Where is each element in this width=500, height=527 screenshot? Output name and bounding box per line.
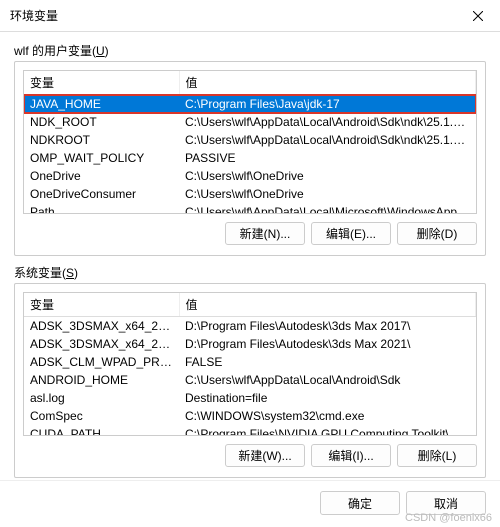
table-row[interactable]: NDK_ROOTC:\Users\wlf\AppData\Local\Andro…	[24, 113, 476, 131]
sys-buttons-row: 新建(W)... 编辑(I)... 删除(L)	[23, 442, 477, 469]
var-value-cell: C:\WINDOWS\system32\cmd.exe	[179, 407, 476, 425]
dialog-content: wlf 的用户变量(U) 变量 值 JAVA_HOMEC:\Program Fi…	[0, 32, 500, 480]
table-row[interactable]: OMP_WAIT_POLICYPASSIVE	[24, 149, 476, 167]
var-value-cell: Destination=file	[179, 389, 476, 407]
user-vars-label: wlf 的用户变量(U)	[14, 42, 486, 59]
sys-vars-table: 变量 值 ADSK_3DSMAX_x64_2017D:\Program File…	[24, 293, 476, 436]
user-buttons-row: 新建(N)... 编辑(E)... 删除(D)	[23, 220, 477, 247]
close-icon	[473, 11, 483, 21]
col-header-value[interactable]: 值	[179, 293, 476, 317]
table-row[interactable]: PathC:\Users\wlf\AppData\Local\Microsoft…	[24, 203, 476, 214]
var-name-cell: ComSpec	[24, 407, 179, 425]
table-row[interactable]: ADSK_CLM_WPAD_PROXY...FALSE	[24, 353, 476, 371]
table-row[interactable]: asl.logDestination=file	[24, 389, 476, 407]
sys-vars-label: 系统变量(S)	[14, 264, 486, 281]
var-name-cell: OneDrive	[24, 167, 179, 185]
var-name-cell: NDKROOT	[24, 131, 179, 149]
ok-button[interactable]: 确定	[320, 491, 400, 515]
var-name-cell: CUDA_PATH	[24, 425, 179, 436]
user-vars-section: wlf 的用户变量(U) 变量 值 JAVA_HOMEC:\Program Fi…	[14, 42, 486, 256]
table-row[interactable]: ADSK_3DSMAX_x64_2017D:\Program Files\Aut…	[24, 317, 476, 336]
var-value-cell: C:\Users\wlf\AppData\Local\Microsoft\Win…	[179, 203, 476, 214]
col-header-name[interactable]: 变量	[24, 293, 179, 317]
var-name-cell: OneDriveConsumer	[24, 185, 179, 203]
dialog-footer: 确定 取消	[0, 480, 500, 527]
var-value-cell: C:\Users\wlf\AppData\Local\Android\Sdk\n…	[179, 113, 476, 131]
var-name-cell: JAVA_HOME	[24, 95, 179, 114]
var-name-cell: ADSK_3DSMAX_x64_2017	[24, 317, 179, 336]
var-name-cell: OMP_WAIT_POLICY	[24, 149, 179, 167]
table-row[interactable]: ADSK_3DSMAX_x64_2021D:\Program Files\Aut…	[24, 335, 476, 353]
env-vars-dialog: 环境变量 wlf 的用户变量(U) 变量 值	[0, 0, 500, 527]
var-name-cell: asl.log	[24, 389, 179, 407]
sys-vars-section: 系统变量(S) 变量 值 ADSK_3DSMAX_x64_2017D:\Prog…	[14, 264, 486, 478]
var-value-cell: C:\Program Files\NVIDIA GPU Computing To…	[179, 425, 476, 436]
var-name-cell: ADSK_CLM_WPAD_PROXY...	[24, 353, 179, 371]
sys-vars-table-wrap[interactable]: 变量 值 ADSK_3DSMAX_x64_2017D:\Program File…	[23, 292, 477, 436]
table-row[interactable]: OneDriveConsumerC:\Users\wlf\OneDrive	[24, 185, 476, 203]
titlebar: 环境变量	[0, 0, 500, 32]
sys-new-button[interactable]: 新建(W)...	[225, 444, 305, 467]
sys-edit-button[interactable]: 编辑(I)...	[311, 444, 391, 467]
var-value-cell: FALSE	[179, 353, 476, 371]
close-button[interactable]	[455, 0, 500, 32]
var-value-cell: C:\Users\wlf\AppData\Local\Android\Sdk	[179, 371, 476, 389]
user-edit-button[interactable]: 编辑(E)...	[311, 222, 391, 245]
sys-vars-groupbox: 变量 值 ADSK_3DSMAX_x64_2017D:\Program File…	[14, 283, 486, 478]
var-value-cell: C:\Users\wlf\AppData\Local\Android\Sdk\n…	[179, 131, 476, 149]
var-value-cell: D:\Program Files\Autodesk\3ds Max 2021\	[179, 335, 476, 353]
var-value-cell: C:\Users\wlf\OneDrive	[179, 167, 476, 185]
var-name-cell: ADSK_3DSMAX_x64_2021	[24, 335, 179, 353]
col-header-value[interactable]: 值	[179, 71, 476, 95]
var-name-cell: Path	[24, 203, 179, 214]
user-new-button[interactable]: 新建(N)...	[225, 222, 305, 245]
table-row[interactable]: ANDROID_HOMEC:\Users\wlf\AppData\Local\A…	[24, 371, 476, 389]
user-vars-table-wrap[interactable]: 变量 值 JAVA_HOMEC:\Program Files\Java\jdk-…	[23, 70, 477, 214]
table-row[interactable]: JAVA_HOMEC:\Program Files\Java\jdk-17	[24, 95, 476, 114]
user-vars-groupbox: 变量 值 JAVA_HOMEC:\Program Files\Java\jdk-…	[14, 61, 486, 256]
col-header-name[interactable]: 变量	[24, 71, 179, 95]
table-row[interactable]: ComSpecC:\WINDOWS\system32\cmd.exe	[24, 407, 476, 425]
var-name-cell: ANDROID_HOME	[24, 371, 179, 389]
user-vars-table: 变量 值 JAVA_HOMEC:\Program Files\Java\jdk-…	[24, 71, 476, 214]
var-value-cell: D:\Program Files\Autodesk\3ds Max 2017\	[179, 317, 476, 336]
cancel-button[interactable]: 取消	[406, 491, 486, 515]
dialog-title: 环境变量	[10, 7, 58, 24]
table-row[interactable]: CUDA_PATHC:\Program Files\NVIDIA GPU Com…	[24, 425, 476, 436]
var-value-cell: C:\Program Files\Java\jdk-17	[179, 95, 476, 114]
var-value-cell: C:\Users\wlf\OneDrive	[179, 185, 476, 203]
var-value-cell: PASSIVE	[179, 149, 476, 167]
var-name-cell: NDK_ROOT	[24, 113, 179, 131]
user-delete-button[interactable]: 删除(D)	[397, 222, 477, 245]
table-row[interactable]: OneDriveC:\Users\wlf\OneDrive	[24, 167, 476, 185]
table-row[interactable]: NDKROOTC:\Users\wlf\AppData\Local\Androi…	[24, 131, 476, 149]
sys-delete-button[interactable]: 删除(L)	[397, 444, 477, 467]
